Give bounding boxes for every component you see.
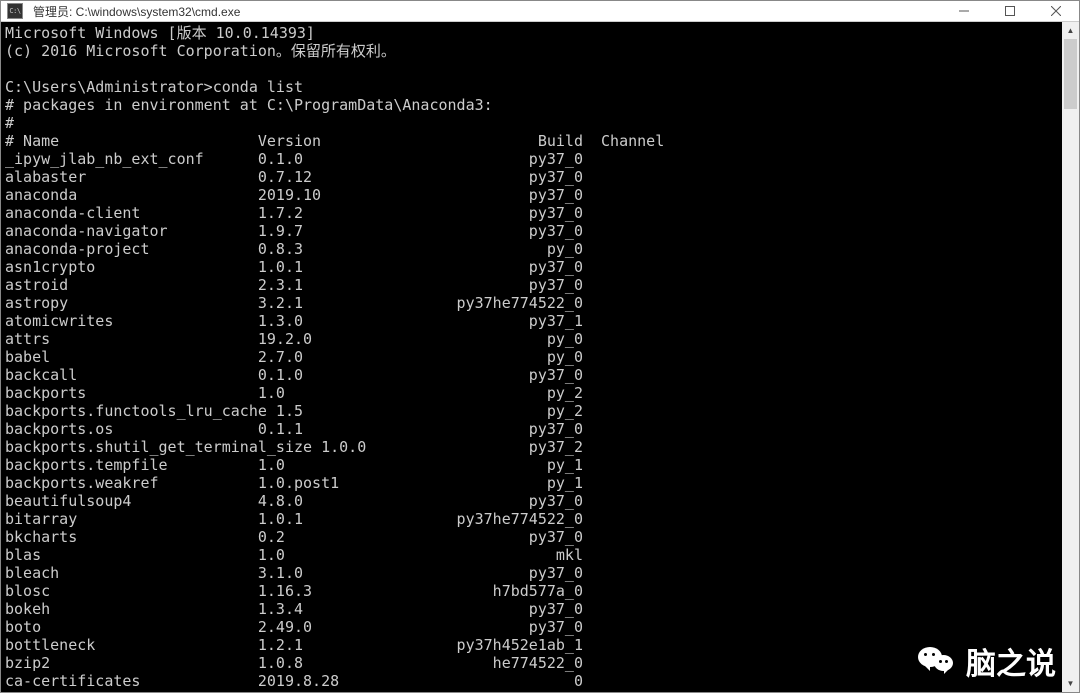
minimize-icon [959, 6, 969, 16]
maximize-button[interactable] [987, 1, 1033, 21]
command-prompt-window: C:\ 管理员: C:\windows\system32\cmd.exe Mic… [0, 0, 1080, 693]
window-controls [941, 1, 1079, 21]
vertical-scrollbar[interactable]: ▲ ▼ [1062, 22, 1079, 692]
minimize-button[interactable] [941, 1, 987, 21]
maximize-icon [1005, 6, 1015, 16]
titlebar[interactable]: C:\ 管理员: C:\windows\system32\cmd.exe [1, 1, 1079, 22]
terminal-area: Microsoft Windows [版本 10.0.14393] (c) 20… [1, 22, 1079, 692]
scroll-up-arrow[interactable]: ▲ [1062, 22, 1079, 39]
close-icon [1051, 6, 1061, 16]
cmd-icon: C:\ [7, 3, 23, 19]
close-button[interactable] [1033, 1, 1079, 21]
scroll-track[interactable] [1062, 39, 1079, 675]
terminal-output[interactable]: Microsoft Windows [版本 10.0.14393] (c) 20… [1, 22, 1062, 692]
watermark: 脑之说 [918, 639, 1056, 683]
scroll-thumb[interactable] [1064, 39, 1077, 109]
window-title: 管理员: C:\windows\system32\cmd.exe [29, 3, 941, 20]
wechat-icon [918, 645, 956, 677]
scroll-down-arrow[interactable]: ▼ [1062, 675, 1079, 692]
watermark-text: 脑之说 [966, 639, 1056, 683]
